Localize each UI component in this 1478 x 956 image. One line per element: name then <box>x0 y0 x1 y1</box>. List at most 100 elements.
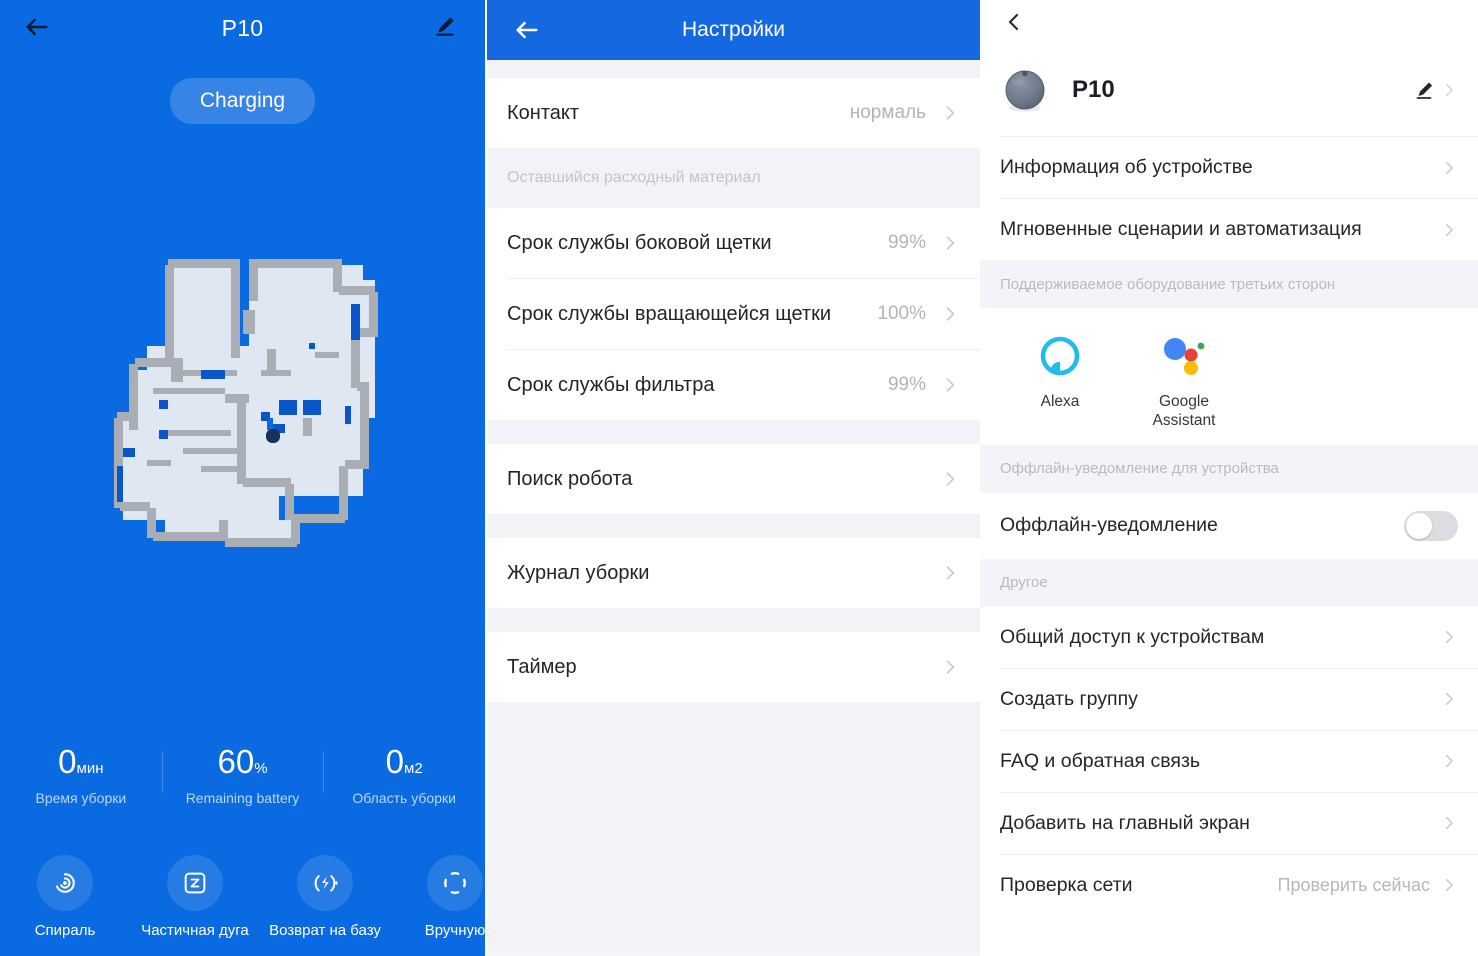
panel2-bottom-fill <box>487 702 980 952</box>
row-label: Оффлайн-уведомление <box>1000 514 1218 537</box>
stat-unit: мин <box>76 760 104 777</box>
settings-group-consumables: Срок службы боковой щетки 99% Срок служб… <box>487 208 980 420</box>
action-return-to-dock[interactable]: Возврат на базу <box>260 855 390 939</box>
device-header[interactable]: P10 <box>980 44 1478 136</box>
row-value: Проверить сейчас <box>1277 874 1430 895</box>
panel2-spacer-2 <box>487 514 980 538</box>
spiral-icon <box>55 873 75 893</box>
manual-control-icon <box>444 872 466 894</box>
device-row-device-sharing[interactable]: Общий доступ к устройствам <box>980 606 1478 668</box>
chevron-right-icon <box>940 469 960 489</box>
assistant-label: Google Assistant <box>1152 393 1216 430</box>
robot-position-marker <box>265 428 280 444</box>
chevron-right-icon <box>940 563 960 583</box>
pencil-icon <box>1416 82 1433 99</box>
device-row-faq-feedback[interactable]: FAQ и обратная связь <box>980 730 1478 792</box>
stat-clean-area: 0м2 Область уборки <box>323 744 485 806</box>
row-label: Поиск робота <box>507 467 633 490</box>
screenshot-root: P10 Charging 0мин Время уборки 60% Remai… <box>0 0 1478 956</box>
row-label: Мгновенные сценарии и автоматизация <box>1000 218 1362 240</box>
chevron-right-icon <box>1440 159 1458 177</box>
back-button[interactable] <box>507 11 547 49</box>
device-row-create-group[interactable]: Создать группу <box>980 668 1478 730</box>
panel2-appbar: Настройки <box>487 0 980 60</box>
action-label: Вручную <box>424 922 485 939</box>
row-label: Информация об устройстве <box>1000 156 1253 178</box>
stat-label: Область уборки <box>352 789 456 806</box>
stat-clean-time: 0мин Время уборки <box>0 743 162 805</box>
assistant-alexa[interactable]: Alexa <box>998 328 1122 431</box>
row-label: Проверка сети <box>1000 873 1133 896</box>
settings-row-filter[interactable]: Срок службы фильтра 99% <box>487 350 980 420</box>
panel-device-settings: P10 Информация об устройстве Мгновенные … <box>980 0 1478 956</box>
device-row-scenes-automation[interactable]: Мгновенные сценарии и автоматизация <box>980 199 1478 260</box>
panel-settings: Настройки Контакт нормаль Оставшийся рас… <box>485 0 980 956</box>
settings-row-timer[interactable]: Таймер <box>487 632 980 702</box>
action-partial-arc-circle <box>167 855 223 911</box>
action-partial-arc[interactable]: Частичная дуга <box>130 855 260 939</box>
settings-row-kontakt[interactable]: Контакт нормаль <box>487 78 980 148</box>
row-label: Добавить на главный экран <box>1000 811 1250 834</box>
cleaning-map[interactable] <box>0 250 485 620</box>
chevron-right-icon <box>1440 690 1458 708</box>
device-row-offline-notification[interactable]: Оффлайн-уведомление <box>980 492 1478 559</box>
back-button[interactable] <box>996 4 1032 40</box>
row-label: Контакт <box>507 101 580 124</box>
arrow-left-icon <box>26 18 48 36</box>
action-bar: Спираль Частичная дуга Возврат на базу В… <box>0 855 485 939</box>
row-label: Срок службы вращающейся щетки <box>507 302 832 325</box>
chevron-left-icon <box>1008 13 1019 31</box>
panel3-appbar <box>980 0 1478 44</box>
action-label: Возврат на базу <box>269 922 381 939</box>
settings-row-clean-log[interactable]: Журнал уборки <box>487 538 980 608</box>
alexa-icon <box>998 328 1122 386</box>
action-manual[interactable]: Вручную <box>390 855 485 939</box>
settings-row-find-robot[interactable]: Поиск робота <box>487 444 980 514</box>
device-row-network-check[interactable]: Проверка сети Проверить сейчас <box>980 854 1478 916</box>
action-manual-circle <box>427 855 483 911</box>
partial-arc-icon <box>184 872 206 894</box>
third-party-assistants: Alexa Google Assistant <box>980 308 1478 445</box>
chevron-right-icon <box>940 233 960 253</box>
action-spiral-circle <box>37 855 93 911</box>
stat-unit: м2 <box>404 760 423 777</box>
panel2-title: Настройки <box>682 18 785 41</box>
row-label: Создать группу <box>1000 687 1138 710</box>
panel2-spacer-1 <box>487 420 980 444</box>
action-label: Спираль <box>34 922 96 939</box>
assistant-google[interactable]: Google Assistant <box>1122 328 1246 431</box>
panel1-title: P10 <box>221 14 264 41</box>
row-label: FAQ и обратная связь <box>1000 749 1201 772</box>
row-label: Срок службы боковой щетки <box>507 231 772 254</box>
back-button[interactable] <box>16 6 58 48</box>
stat-value: 60 <box>217 743 255 780</box>
chevron-right-icon <box>940 657 960 677</box>
action-return-to-dock-circle <box>297 855 353 911</box>
pencil-icon <box>436 17 454 36</box>
row-label: Журнал уборки <box>507 561 650 584</box>
section-header-consumables: Оставшийся расходный материал <box>487 148 980 208</box>
offline-notification-toggle[interactable] <box>1404 510 1458 541</box>
section-header-other: Другое <box>980 558 1478 607</box>
cleaning-stats: 0мин Время уборки 60% Remaining battery … <box>0 743 485 806</box>
panel2-spacer-3 <box>487 608 980 632</box>
row-label: Таймер <box>507 655 577 678</box>
stat-value: 0 <box>58 743 77 780</box>
section-header-offline: Оффлайн-уведомление для устройства <box>980 444 1478 493</box>
action-spiral[interactable]: Спираль <box>0 855 130 939</box>
device-row-add-to-home-screen[interactable]: Добавить на главный экран <box>980 792 1478 854</box>
map-render <box>113 259 378 547</box>
row-value: 100% <box>877 303 926 324</box>
chevron-right-icon <box>940 375 960 395</box>
edit-name-button[interactable] <box>427 8 463 44</box>
device-row-info[interactable]: Информация об устройстве <box>980 137 1478 198</box>
settings-row-side-brush[interactable]: Срок службы боковой щетки 99% <box>487 208 980 278</box>
chevron-right-icon <box>1440 221 1458 239</box>
settings-group-timer: Таймер <box>487 632 980 702</box>
settings-row-roller-brush[interactable]: Срок службы вращающейся щетки 100% <box>487 279 980 349</box>
settings-group-find-robot: Поиск робота <box>487 444 980 514</box>
edit-device-button[interactable] <box>1412 78 1458 102</box>
panel2-top-gap <box>487 60 980 78</box>
action-label: Частичная дуга <box>141 922 249 939</box>
panel-robot-main: P10 Charging 0мин Время уборки 60% Remai… <box>0 0 485 956</box>
